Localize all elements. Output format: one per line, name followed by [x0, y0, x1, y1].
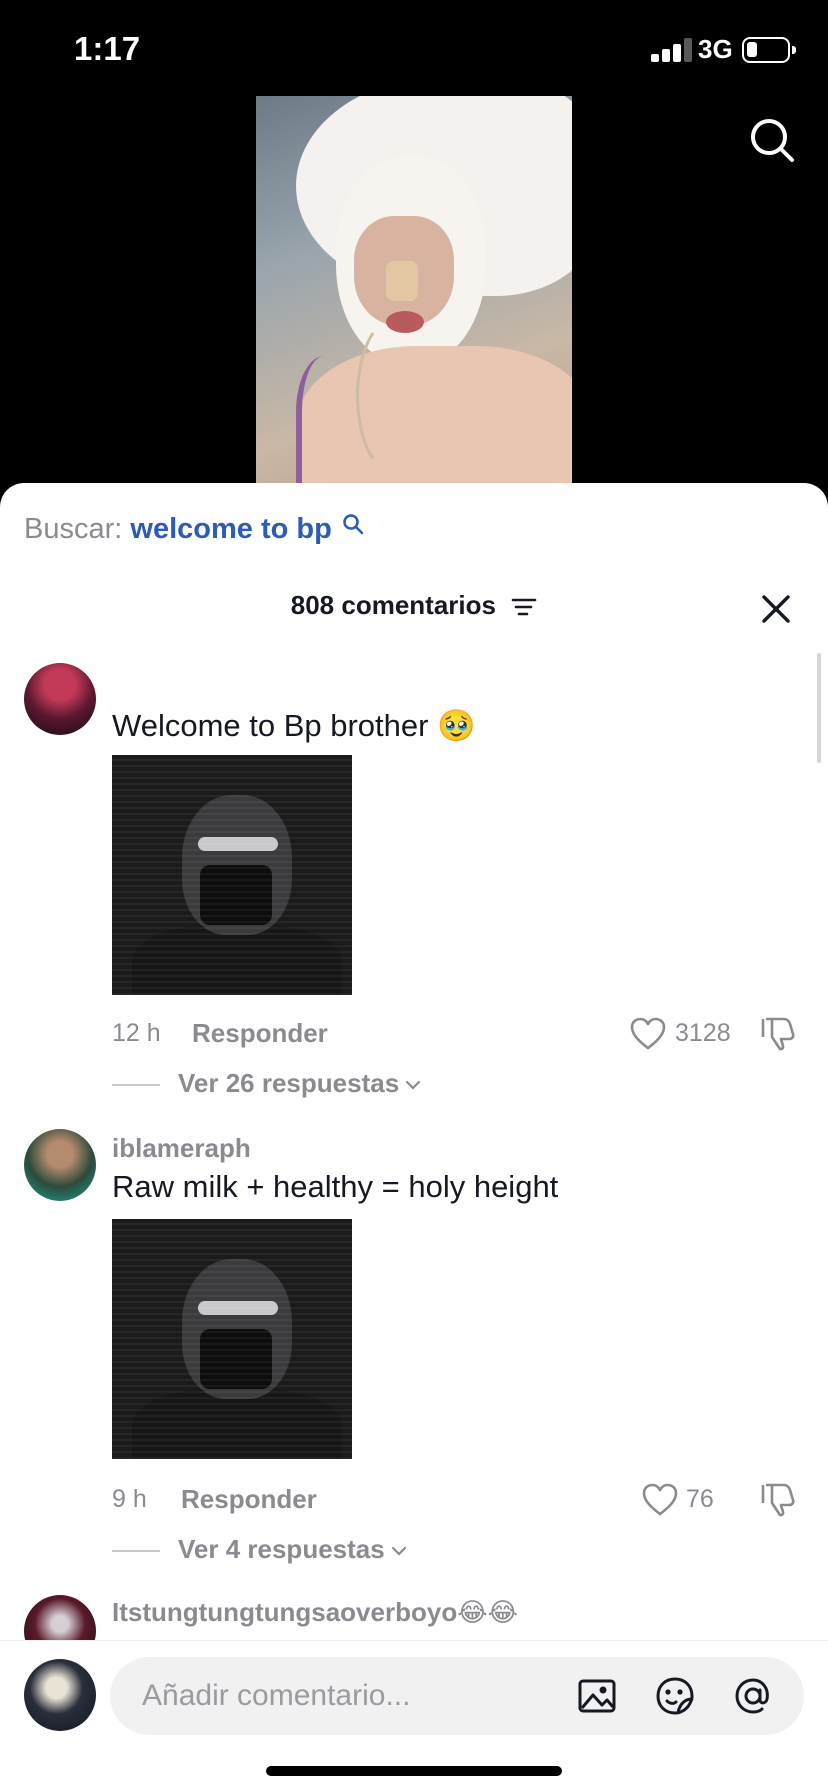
network-type: 3G	[698, 34, 733, 64]
dislike-icon[interactable]	[760, 1481, 796, 1517]
status-time: 1:17	[74, 30, 141, 67]
view-replies-label: Ver 26 respuestas	[178, 1068, 400, 1098]
chevron-down-icon	[391, 1547, 406, 1556]
view-replies-button[interactable]: Ver 4 respuestas	[112, 1534, 407, 1565]
comment-text: Raw milk + healthy = holy height	[112, 1169, 559, 1204]
comments-header[interactable]: 808 comentarios	[0, 590, 828, 621]
comments-sheet: Buscar: welcome to bp 808 comentarios We…	[0, 483, 828, 1792]
comment-text: Welcome to Bp brother 🥹	[112, 708, 476, 743]
avatar[interactable]	[24, 1659, 96, 1731]
search-query[interactable]: welcome to bp	[130, 513, 331, 545]
video-player[interactable]	[0, 96, 828, 496]
chevron-down-icon	[406, 1081, 421, 1090]
comment-input[interactable]: Añadir comentario...	[110, 1657, 804, 1735]
filter-icon[interactable]	[511, 596, 537, 618]
mention-icon[interactable]	[732, 1675, 774, 1717]
heart-icon[interactable]	[642, 1483, 678, 1517]
view-replies-button[interactable]: Ver 26 respuestas	[112, 1068, 421, 1099]
video-frame[interactable]	[256, 96, 572, 490]
emoji-icon[interactable]	[654, 1675, 696, 1717]
search-prefix: Buscar:	[24, 513, 123, 545]
comment-image[interactable]	[112, 755, 352, 995]
scrollbar[interactable]	[817, 653, 821, 763]
dislike-icon[interactable]	[760, 1015, 796, 1051]
comment-time: 12 h	[112, 1019, 161, 1047]
comment-time: 9 h	[112, 1485, 147, 1513]
heart-icon[interactable]	[630, 1017, 666, 1051]
signal-icon	[651, 38, 693, 62]
comment-input-placeholder: Añadir comentario...	[142, 1679, 411, 1712]
comment-username[interactable]: Itstungtungtungsaoverboyo😂😂	[112, 1597, 518, 1628]
search-icon[interactable]	[748, 116, 796, 164]
comment-username[interactable]: iblameraph	[112, 1133, 251, 1164]
comments-count: 808 comentarios	[290, 590, 496, 620]
close-icon[interactable]	[758, 591, 794, 627]
like-count: 76	[686, 1485, 714, 1513]
image-icon[interactable]	[576, 1675, 618, 1717]
view-replies-label: Ver 4 respuestas	[178, 1534, 385, 1564]
like-count: 3128	[675, 1019, 731, 1047]
home-indicator[interactable]	[266, 1766, 562, 1776]
status-bar: 1:17 3G	[0, 0, 828, 96]
search-icon	[343, 514, 364, 535]
reply-button[interactable]: Responder	[181, 1484, 317, 1515]
search-suggestion[interactable]: Buscar: welcome to bp	[24, 513, 364, 546]
avatar[interactable]	[24, 1129, 96, 1201]
comment-image[interactable]	[112, 1219, 352, 1459]
avatar[interactable]	[24, 663, 96, 735]
reply-button[interactable]: Responder	[192, 1018, 328, 1049]
battery-icon	[742, 37, 796, 63]
